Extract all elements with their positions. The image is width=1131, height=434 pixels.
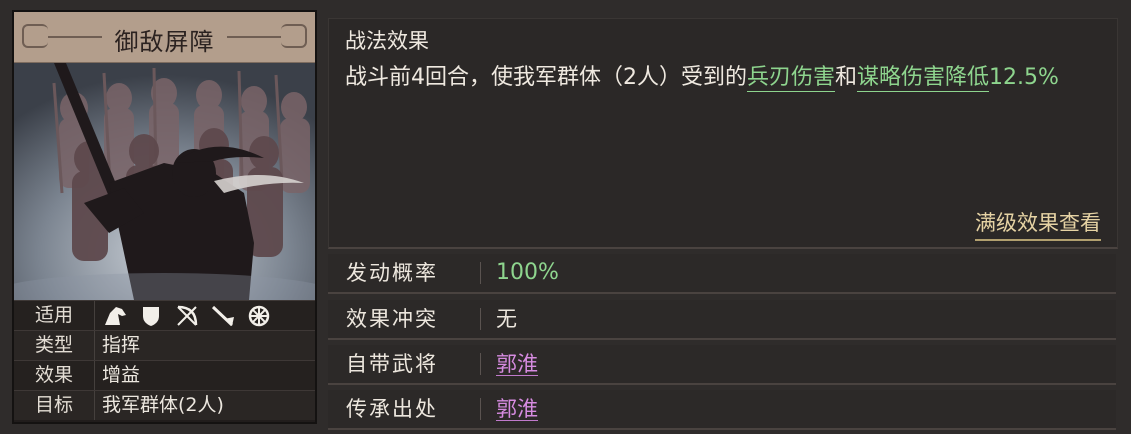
info-row-applicable: 适用	[14, 300, 315, 330]
divider	[480, 353, 481, 375]
stat-row-trigger-rate: 发动概率 100%	[328, 254, 1116, 294]
info-row-effect: 效果 增益	[14, 360, 315, 390]
info-value: 增益	[102, 364, 141, 386]
tactic-name: 御敌屏障	[114, 28, 215, 56]
card-info-table: 适用 类型 指挥 效果 增益 目标 我军群体(2人)	[14, 300, 315, 420]
info-label: 效果	[14, 361, 95, 390]
info-row-type: 类型 指挥	[14, 330, 315, 360]
ornament-right-icon	[281, 24, 307, 48]
effect-text: 和	[835, 65, 858, 90]
stat-row-inherit-source: 传承出处 郭淮	[328, 390, 1116, 430]
wheel-icon	[246, 305, 272, 327]
info-label: 目标	[14, 391, 95, 420]
general-link[interactable]: 郭淮	[496, 345, 538, 376]
effect-title: 战法效果	[345, 29, 429, 53]
divider	[480, 262, 481, 284]
keyword-weapon-damage[interactable]: 兵刃伤害	[747, 65, 836, 92]
info-value: 指挥	[102, 334, 141, 356]
divider	[480, 308, 481, 330]
info-row-target: 目标 我军群体(2人)	[14, 390, 315, 420]
card-header: 御敌屏障	[14, 12, 315, 63]
info-label: 适用	[14, 301, 95, 330]
stat-value: 100%	[496, 260, 559, 285]
tactic-artwork	[14, 63, 315, 300]
stat-label: 发动概率	[346, 261, 438, 285]
keyword-strategy-damage[interactable]: 谋略伤害降低	[857, 65, 990, 92]
stat-label: 传承出处	[346, 397, 438, 421]
cavalry-icon	[102, 305, 128, 327]
ornament-rule	[227, 36, 281, 38]
effect-panel: 战法效果 战斗前4回合，使我军群体（2人）受到的兵刃伤害和谋略伤害降低12.5%…	[328, 18, 1118, 249]
effect-description: 战斗前4回合，使我军群体（2人）受到的兵刃伤害和谋略伤害降低12.5%	[345, 59, 1105, 96]
stat-row-effect-conflict: 效果冲突 无	[328, 300, 1116, 340]
spear-icon	[210, 305, 236, 327]
stat-row-native-general: 自带武将 郭淮	[328, 345, 1116, 385]
tactic-card: 御敌屏障 适用 类型 指挥 效果 增益 目标 我军群体(2人)	[12, 10, 317, 424]
info-value: 我军群体(2人)	[102, 394, 224, 416]
stat-label: 效果冲突	[346, 307, 438, 331]
stat-label: 自带武将	[346, 352, 438, 376]
max-level-effect-link[interactable]: 满级效果查看	[975, 207, 1101, 241]
stat-value: 无	[496, 307, 517, 331]
info-label: 类型	[14, 331, 95, 360]
divider	[480, 398, 481, 420]
troop-type-icons	[102, 305, 272, 327]
shield-icon	[138, 305, 164, 327]
effect-percent: 12.5%	[989, 65, 1059, 90]
effect-text: 战斗前4回合，使我军群体（2人）受到的	[345, 65, 747, 90]
general-link[interactable]: 郭淮	[496, 390, 538, 421]
bow-icon	[174, 305, 200, 327]
